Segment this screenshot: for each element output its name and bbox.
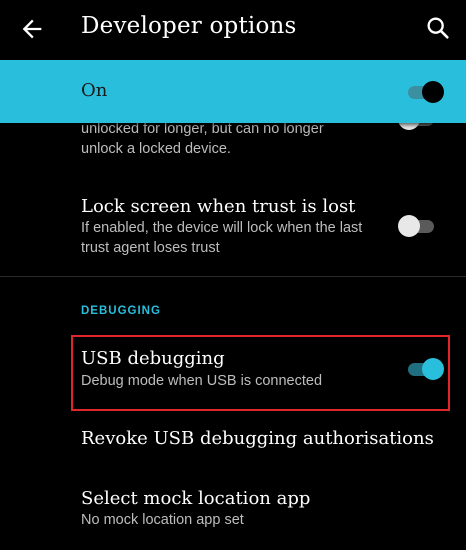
back-arrow-icon[interactable]: [18, 15, 46, 43]
lock-screen-trust-summary-line1: If enabled, the device will lock when th…: [81, 220, 363, 236]
usb-debugging-summary: Debug mode when USB is connected: [81, 373, 323, 389]
master-toggle-bar[interactable]: On: [0, 60, 466, 123]
switch-thumb: [422, 81, 444, 103]
switch-thumb: [398, 215, 420, 237]
section-divider: [0, 276, 466, 277]
stay-unlocked-summary-line2: unlock a locked device.: [81, 141, 231, 157]
search-icon[interactable]: [424, 14, 452, 42]
page-title: Developer options: [81, 13, 297, 39]
lock-screen-trust-switch[interactable]: [398, 214, 436, 238]
usb-debugging-title: USB debugging: [81, 348, 225, 369]
usb-debugging-switch[interactable]: [408, 357, 446, 381]
app-bar: Developer options: [0, 0, 466, 58]
revoke-usb-auth-title: Revoke USB debugging authorisations: [81, 428, 434, 449]
mock-location-title: Select mock location app: [81, 488, 311, 509]
mock-location-summary: No mock location app set: [81, 512, 244, 528]
switch-thumb: [422, 358, 444, 380]
master-toggle-label: On: [81, 80, 108, 101]
debugging-section-header: DEBUGGING: [81, 305, 161, 317]
lock-screen-trust-title: Lock screen when trust is lost: [81, 196, 356, 217]
lock-screen-trust-summary-line2: trust agent loses trust: [81, 240, 220, 256]
master-toggle-switch[interactable]: [408, 80, 446, 104]
